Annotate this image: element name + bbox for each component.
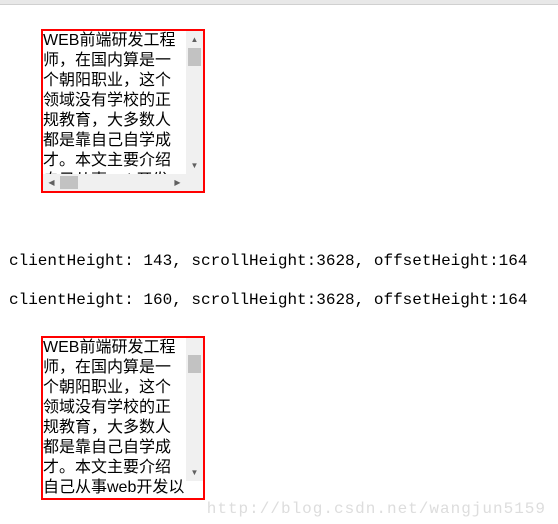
scroll-box-2-content: WEB前端研发工程师，在国内算是一个朝阳职业，这个领域没有学校的正规教育，大多数…: [43, 338, 203, 498]
scroll-v-track[interactable]: [186, 48, 203, 157]
scroll-box-1: WEB前端研发工程师，在国内算是一个朝阳职业，这个领域没有学校的正规教育，大多数…: [41, 29, 205, 193]
scroll-box-1-content: WEB前端研发工程师，在国内算是一个朝阳职业，这个领域没有学校的正规教育，大多数…: [43, 31, 203, 191]
scroll-box-2-vscrollbar[interactable]: ▲ ▼: [186, 338, 203, 481]
scroll-down-button[interactable]: ▼: [186, 464, 203, 481]
scroll-right-button[interactable]: ▶: [169, 174, 186, 191]
scroll-left-button[interactable]: ◀: [43, 174, 60, 191]
scroll-corner: [186, 174, 203, 191]
scroll-box-1-hscrollbar[interactable]: ◀ ▶: [43, 174, 186, 191]
scroll-h-thumb[interactable]: [60, 176, 78, 189]
scroll-up-button[interactable]: ▲: [186, 31, 203, 48]
measurement-line-2: clientHeight: 160, scrollHeight:3628, of…: [9, 291, 527, 309]
scroll-corner: [186, 338, 203, 355]
scroll-v-track[interactable]: [186, 355, 203, 464]
scroll-down-button[interactable]: ▼: [186, 157, 203, 174]
window-chrome-strip: [0, 0, 558, 5]
scroll-box-1-vscrollbar[interactable]: ▲ ▼: [186, 31, 203, 174]
measurement-line-1: clientHeight: 143, scrollHeight:3628, of…: [9, 252, 527, 270]
scroll-v-thumb[interactable]: [188, 355, 201, 373]
scroll-v-thumb[interactable]: [188, 48, 201, 66]
scroll-h-track[interactable]: [60, 174, 169, 191]
watermark-url: http://blog.csdn.net/wangjun5159: [207, 500, 546, 518]
scroll-box-2: WEB前端研发工程师，在国内算是一个朝阳职业，这个领域没有学校的正规教育，大多数…: [41, 336, 205, 500]
